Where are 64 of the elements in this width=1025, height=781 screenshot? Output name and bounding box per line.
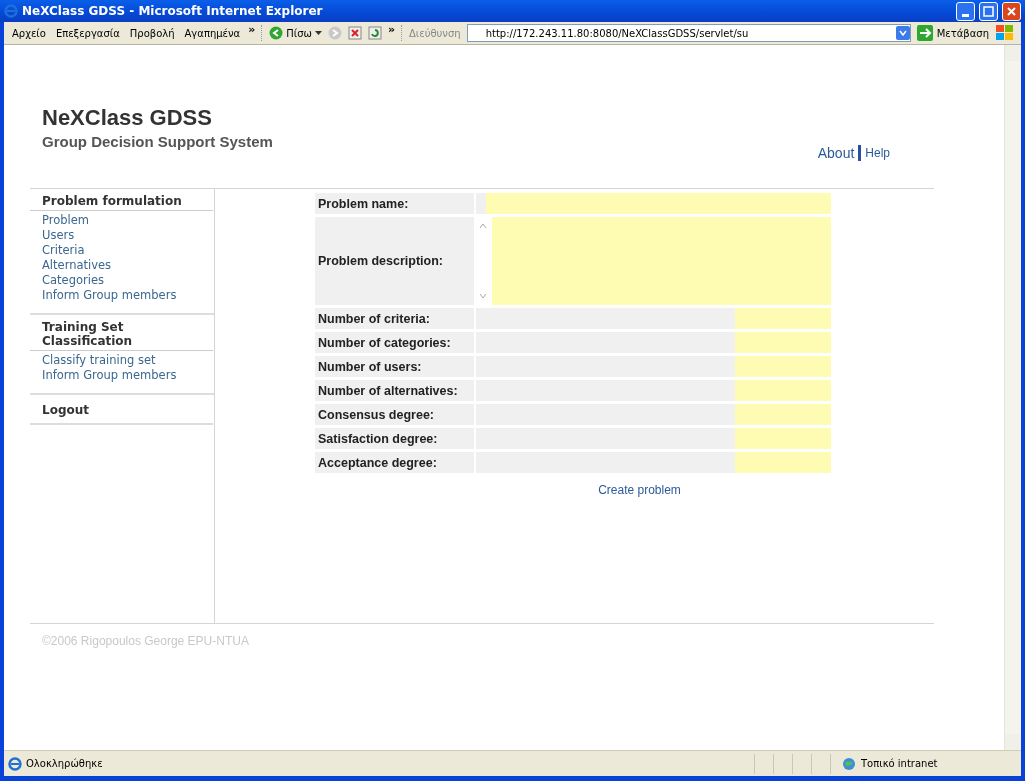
minimize-button[interactable] [956, 1, 975, 21]
menu-item[interactable]: Αγαπημένα [182, 27, 243, 39]
field-label: Number of criteria: [315, 308, 474, 329]
number-field[interactable] [735, 332, 831, 353]
number-field[interactable] [735, 356, 831, 377]
address-field[interactable]: http://172.243.11.80:8080/NeXClassGDSS/servlet/su [466, 24, 911, 42]
go-button[interactable]: Μετάβαση [916, 25, 989, 41]
header-link[interactable]: About [817, 144, 855, 161]
sidebar-link[interactable]: Criteria [42, 243, 214, 258]
maximize-icon [983, 5, 994, 17]
status-text: Ολοκληρώθηκε [26, 758, 103, 769]
section-heading: Problem formulation [30, 189, 213, 211]
close-button[interactable] [1002, 1, 1021, 21]
field-label: Number of categories: [315, 332, 474, 353]
text-area[interactable] [476, 217, 831, 305]
sidebar-link[interactable]: Problem [42, 213, 214, 228]
page-icon [8, 756, 22, 771]
caret-icon [314, 31, 322, 35]
header-link[interactable]: Help [865, 145, 890, 160]
sidebar-link[interactable]: Alternatives [42, 258, 214, 273]
menu-item[interactable]: Αρχείο [10, 27, 48, 39]
section-heading: Training Set Classification [30, 315, 213, 351]
window-title: NeXClass GDSS - Microsoft Internet Explorer [22, 4, 324, 18]
sidebar-link[interactable]: Classify training set [42, 353, 214, 368]
field-label: Consensus degree: [315, 404, 474, 425]
minimize-icon [962, 13, 969, 17]
number-field[interactable] [735, 308, 831, 329]
field-label: Number of alternatives: [315, 380, 474, 401]
number-field[interactable] [735, 380, 831, 401]
menu-item[interactable]: Επεξεργασία [53, 27, 122, 39]
create-problem-link[interactable]: Create problem [598, 483, 681, 497]
zone-text: Τοπικό intranet [861, 758, 938, 769]
field-label: Acceptance degree: [315, 452, 474, 473]
refresh-icon[interactable] [367, 26, 382, 40]
sidebar-link[interactable]: Users [42, 228, 214, 243]
dropdown-icon [898, 30, 907, 36]
field-label: Problem name: [315, 193, 474, 214]
field-label: Number of users: [315, 356, 474, 377]
arrow-icon [916, 25, 933, 41]
site-subtitle: Group Decision Support System [42, 133, 273, 150]
sidebar-link[interactable]: Categories [42, 273, 214, 288]
field-label: Problem description: [315, 217, 474, 305]
number-field[interactable] [735, 452, 831, 473]
stop-icon[interactable] [347, 26, 362, 40]
site-title: NeXClass GDSS [42, 105, 213, 131]
more-chevron[interactable]: » [387, 22, 396, 36]
sidebar-link[interactable]: Inform Group members [42, 368, 214, 383]
forward-icon[interactable] [327, 26, 342, 40]
logout-link[interactable]: Logout [30, 395, 213, 425]
globe-icon [841, 756, 857, 771]
number-field[interactable] [735, 404, 831, 425]
field-label: Satisfaction degree: [315, 428, 474, 449]
menu-item[interactable]: Προβολή [127, 27, 177, 39]
address-label: Διεύθυνση [409, 27, 461, 39]
app-icon [4, 4, 18, 18]
text-field[interactable] [486, 193, 831, 214]
back-button[interactable]: Πίσω [269, 26, 322, 40]
windows-flag-icon [995, 24, 1015, 42]
number-field[interactable] [735, 428, 831, 449]
more-chevron[interactable]: » [248, 22, 256, 36]
scrollbar[interactable] [1004, 45, 1021, 750]
maximize-button[interactable] [979, 1, 998, 21]
close-icon [1006, 5, 1017, 17]
sidebar-link[interactable]: Inform Group members [42, 288, 214, 303]
